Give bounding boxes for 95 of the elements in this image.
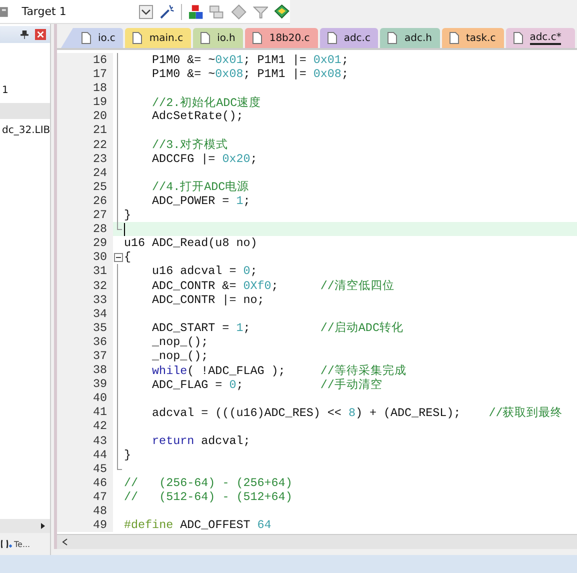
code-line: ADC_START = 1; //启动ADC转化 — [151, 320, 404, 336]
code-line: _nop_(); — [151, 334, 208, 349]
code-line: // (512-64) - (512+64) — [123, 490, 292, 504]
line-number: 39 — [57, 377, 113, 392]
code-line: } — [123, 448, 132, 462]
code-editor[interactable] — [57, 48, 577, 534]
stack-icon[interactable] — [274, 4, 290, 20]
line-number: 37 — [57, 348, 113, 364]
file-tab[interactable]: adc.c* — [506, 28, 576, 48]
file-icon — [326, 32, 337, 44]
code-line: AdcSetRate(); — [151, 109, 244, 124]
file-tab[interactable]: adc.h — [380, 28, 440, 48]
code-line: //4.打开ADC电源 — [151, 179, 250, 194]
code-line: #define ADC_OFFEST 64 — [123, 518, 272, 532]
code-line: u16 adcval = 0; — [151, 264, 258, 278]
file-tab[interactable]: task.c — [442, 28, 504, 48]
line-number: 34 — [57, 306, 113, 321]
code-line: //2.初始化ADC速度 — [151, 94, 262, 110]
file-icon — [387, 32, 398, 44]
blocks-icon[interactable] — [188, 4, 204, 20]
windows-icon[interactable] — [209, 4, 226, 20]
text-cursor — [124, 222, 125, 236]
code-line: ADC_CONTR |= no; — [151, 292, 264, 307]
code-line: ADC_POWER = 1; — [151, 194, 250, 208]
right-arrow-icon[interactable] — [39, 522, 47, 530]
collapse-icon[interactable] — [114, 252, 122, 262]
code-line: // (256-64) - (256+64) — [123, 476, 292, 490]
file-tab[interactable]: main.c — [125, 28, 192, 48]
functions-icon — [1, 538, 13, 550]
line-number: 21 — [57, 123, 113, 138]
panel-tab[interactable]: Te... — [14, 540, 30, 548]
code-line: P1M0 &= ~0x01; P1M1 |= 0x01; — [151, 53, 348, 68]
code-line: _nop_(); — [151, 349, 208, 364]
file-tab[interactable]: io.c — [61, 28, 124, 48]
line-number: 22 — [57, 138, 113, 152]
target-dropdown[interactable]: Target 1 — [22, 2, 154, 20]
code-line: { — [123, 250, 132, 264]
file-icon — [512, 32, 523, 44]
line-number: 36 — [57, 334, 113, 349]
line-number: 49 — [57, 518, 113, 532]
line-number: 47 — [57, 490, 113, 504]
line-number: 30 — [57, 250, 113, 264]
line-number: 35 — [57, 320, 113, 335]
line-number: 19 — [57, 95, 113, 110]
line-number: 28 — [57, 222, 113, 236]
diamond-icon[interactable] — [231, 4, 247, 20]
code-line: while( !ADC_FLAG ); //等待采集完成 — [151, 362, 406, 378]
line-number: 29 — [57, 236, 113, 250]
line-number: 17 — [57, 67, 113, 82]
line-number: 48 — [57, 504, 113, 518]
line-number: 44 — [57, 448, 113, 462]
code-line: ADC_FLAG = 0; //手动清空 — [151, 376, 382, 392]
tree-item[interactable]: 1 — [0, 83, 50, 99]
code-line: adcval = (((u16)ADC_RES) << 8) + (ADC_RESL); //获取到最终 — [151, 404, 563, 420]
file-tab[interactable]: 18b20.c — [245, 28, 318, 48]
line-number: 24 — [57, 166, 113, 180]
file-icon — [81, 32, 91, 44]
code-line: return adcval; — [151, 434, 250, 448]
line-number: 27 — [57, 208, 113, 222]
file-tab[interactable]: adc.c — [320, 28, 378, 48]
line-number: 18 — [57, 81, 113, 96]
code-line: ADC_CONTR &= 0Xf0; //清空低四位 — [151, 278, 394, 294]
line-number: 20 — [57, 109, 113, 124]
line-number: 23 — [57, 152, 113, 166]
line-number: 31 — [57, 264, 113, 278]
line-number: 16 — [57, 53, 113, 68]
line-number: 25 — [57, 180, 113, 194]
line-number: 32 — [57, 278, 113, 293]
tree-item[interactable]: dc_32.LIB — [0, 123, 50, 139]
file-icon — [200, 32, 210, 44]
file-icon — [252, 32, 262, 44]
code-line: //3.对齐模式 — [151, 137, 228, 152]
caret-icon — [139, 4, 154, 18]
code-line: u16 ADC_Read(u8 no) — [123, 236, 258, 250]
pin-icon[interactable] — [20, 30, 29, 39]
line-number: 38 — [57, 363, 113, 378]
line-number: 42 — [57, 419, 113, 434]
line-number: 26 — [57, 194, 113, 208]
line-number: 40 — [57, 391, 113, 406]
line-number: 33 — [57, 292, 113, 307]
code-line: P1M0 &= ~0x08; P1M1 |= 0x08; — [151, 67, 348, 82]
code-line: ADCCFG |= 0x20; — [151, 152, 258, 166]
magic-wand-icon[interactable] — [159, 4, 175, 20]
close-icon[interactable] — [35, 29, 46, 40]
file-icon — [132, 32, 142, 44]
code-line: } — [123, 208, 132, 222]
line-number: 45 — [57, 462, 113, 476]
funnel-icon[interactable] — [252, 4, 268, 20]
line-number: 41 — [57, 405, 113, 420]
file-tab[interactable]: io.h — [193, 28, 244, 48]
file-icon — [448, 32, 459, 44]
scrollbar[interactable] — [0, 519, 50, 533]
horizontal-scrollbar[interactable] — [57, 534, 577, 549]
line-number: 43 — [57, 434, 113, 448]
line-number: 46 — [57, 476, 113, 490]
